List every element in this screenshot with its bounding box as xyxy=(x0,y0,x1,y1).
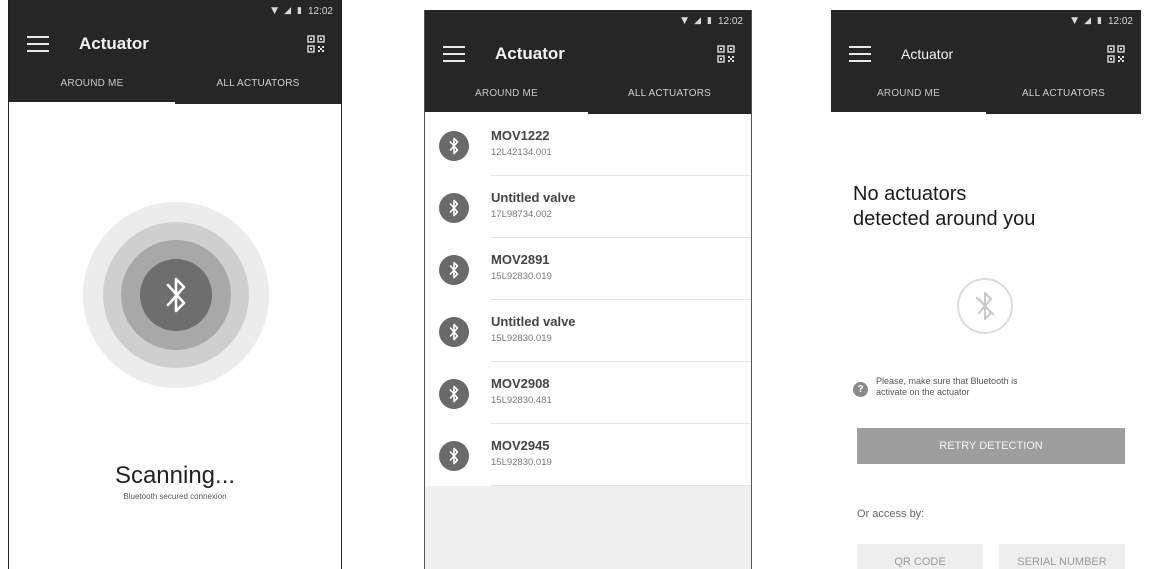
qr-code-icon[interactable] xyxy=(717,45,735,63)
battery-icon: ▮ xyxy=(297,6,302,16)
actuator-name: MOV2891 xyxy=(491,252,550,267)
actuator-serial: 15L92830.019 xyxy=(491,457,552,468)
wifi-icon: ▼ xyxy=(271,6,279,16)
battery-icon: ▮ xyxy=(707,16,712,26)
bluetooth-disabled-icon xyxy=(957,278,1013,334)
status-time: 12:02 xyxy=(1107,15,1133,27)
actuator-list-item[interactable]: MOV2945 15L92830.019 xyxy=(425,424,751,486)
scan-area: Scanning... Bluetooth secured connexion xyxy=(9,104,341,569)
actuator-list-item[interactable]: MOV1222 12L42134.001 xyxy=(425,114,751,176)
actuator-name: MOV2908 xyxy=(491,376,550,391)
wifi-icon: ▼ xyxy=(1071,16,1079,26)
help-text-line2: activate on the actuator xyxy=(876,387,970,397)
bluetooth-icon xyxy=(439,379,469,409)
actuator-list-screen: ▼ ◢ ▮ 12:02 Actuator AROUND ME ALL ACTUA… xyxy=(424,10,752,569)
signal-icon: ◢ xyxy=(1084,16,1092,26)
status-bar: ▼ ◢ ▮ 12:02 xyxy=(9,0,341,22)
actuator-name: MOV1222 xyxy=(491,128,550,143)
bluetooth-icon xyxy=(439,317,469,347)
empty-state-title-line1: No actuators xyxy=(853,183,967,205)
scanning-screen: ▼ ◢ ▮ 12:02 Actuator AROUND ME ALL ACTUA… xyxy=(8,0,342,569)
status-time: 12:02 xyxy=(307,5,333,17)
help-icon: ? xyxy=(853,382,868,397)
tab-bar: AROUND ME ALL ACTUATORS xyxy=(425,76,751,114)
bluetooth-icon xyxy=(439,441,469,471)
help-text-line1: Please, make sure that Bluetooth is xyxy=(876,376,1018,386)
tab-all-actuators[interactable]: ALL ACTUATORS xyxy=(986,76,1141,114)
empty-state-title-line2: detected around you xyxy=(853,208,1036,230)
status-time: 12:02 xyxy=(717,15,743,27)
actuator-list-item[interactable]: Untitled valve 17L98734.002 xyxy=(425,176,751,238)
bluetooth-icon xyxy=(439,193,469,223)
scanning-title: Scanning... xyxy=(114,462,236,489)
signal-icon: ◢ xyxy=(694,16,702,26)
actuator-name: Untitled valve xyxy=(491,190,576,205)
tab-around-me[interactable]: AROUND ME xyxy=(425,76,588,114)
tab-around-me[interactable]: AROUND ME xyxy=(831,76,986,114)
menu-icon[interactable] xyxy=(27,36,49,52)
actuator-serial: 15L92830.019 xyxy=(491,271,552,282)
tab-all-actuators[interactable]: ALL ACTUATORS xyxy=(175,66,341,104)
menu-icon[interactable] xyxy=(443,46,465,62)
help-text: Please, make sure that Bluetooth is acti… xyxy=(876,376,1076,398)
qr-code-icon[interactable] xyxy=(307,35,325,53)
actuator-list-item[interactable]: Untitled valve 15L92830.019 xyxy=(425,300,751,362)
access-by-label: Or access by: xyxy=(857,508,925,520)
tab-all-actuators[interactable]: ALL ACTUATORS xyxy=(588,76,751,114)
app-bar: Actuator xyxy=(425,32,751,76)
no-actuators-screen: ▼ ◢ ▮ 12:02 Actuator AROUND ME ALL ACTUA… xyxy=(831,10,1141,569)
serial-number-button[interactable]: SERIAL NUMBER xyxy=(999,544,1125,569)
actuator-serial: 15L92830.481 xyxy=(491,395,552,406)
bluetooth-icon xyxy=(439,131,469,161)
app-bar: Actuator xyxy=(831,32,1141,76)
battery-icon: ▮ xyxy=(1097,16,1102,26)
qr-code-icon[interactable] xyxy=(1107,45,1125,63)
actuator-list-item[interactable]: MOV2908 15L92830.481 xyxy=(425,362,751,424)
tab-around-me[interactable]: AROUND ME xyxy=(9,66,175,104)
qr-code-button[interactable]: QR CODE xyxy=(857,544,983,569)
actuator-name: Untitled valve xyxy=(491,314,576,329)
app-bar: Actuator xyxy=(9,22,341,66)
wifi-icon: ▼ xyxy=(681,16,689,26)
bluetooth-icon xyxy=(166,277,186,313)
scanning-subtitle: Bluetooth secured connexion xyxy=(123,492,227,501)
app-title: Actuator xyxy=(901,46,954,62)
tab-bar: AROUND ME ALL ACTUATORS xyxy=(9,66,341,104)
empty-state-title: No actuators detected around you xyxy=(853,182,1123,232)
app-title: Actuator xyxy=(79,34,149,53)
retry-detection-button[interactable]: RETRY DETECTION xyxy=(857,428,1125,464)
status-bar: ▼ ◢ ▮ 12:02 xyxy=(425,10,751,32)
tab-bar: AROUND ME ALL ACTUATORS xyxy=(831,76,1141,114)
actuator-serial: 15L92830.019 xyxy=(491,333,552,344)
menu-icon[interactable] xyxy=(849,46,871,62)
list-empty-area xyxy=(425,486,751,569)
actuator-serial: 12L42134.001 xyxy=(491,147,552,158)
actuator-name: MOV2945 xyxy=(491,438,550,453)
actuator-list: MOV1222 12L42134.001 Untitled valve 17L9873… xyxy=(425,114,751,486)
status-bar: ▼ ◢ ▮ 12:02 xyxy=(831,10,1141,32)
signal-icon: ◢ xyxy=(284,6,292,16)
app-title: Actuator xyxy=(495,44,565,63)
bluetooth-icon xyxy=(439,255,469,285)
actuator-serial: 17L98734.002 xyxy=(491,209,552,220)
actuator-list-item[interactable]: MOV2891 15L92830.019 xyxy=(425,238,751,300)
